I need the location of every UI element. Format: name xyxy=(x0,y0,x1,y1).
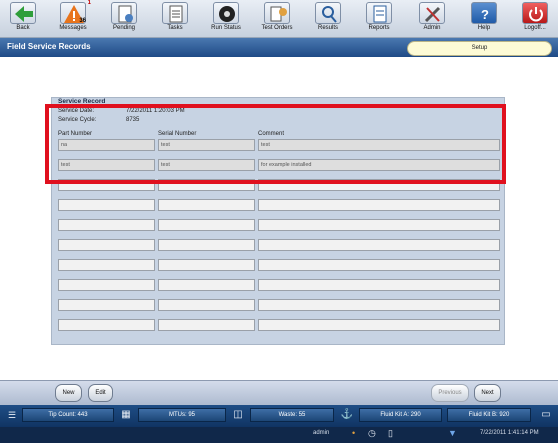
bottom-nav-bar: New Edit Previous Next xyxy=(0,380,558,405)
network-icon: ▼ xyxy=(448,428,457,438)
admin-tools-icon xyxy=(419,2,445,24)
admin-label: Admin xyxy=(423,25,441,31)
test-orders-icon xyxy=(264,2,290,24)
reports-label: Reports xyxy=(368,25,390,31)
part-number-cell[interactable] xyxy=(58,199,155,211)
tasks-icon xyxy=(162,2,188,24)
test-orders-button[interactable]: Test Orders xyxy=(256,0,298,38)
tasks-button[interactable]: Tasks xyxy=(154,0,196,38)
edit-button[interactable]: Edit xyxy=(88,384,113,402)
waste-field: Waste: 55 xyxy=(250,408,334,422)
run-status-label: Run Status xyxy=(211,25,241,31)
serial-number-cell[interactable] xyxy=(158,219,255,231)
part-number-cell[interactable] xyxy=(58,299,155,311)
new-button[interactable]: New xyxy=(55,384,82,402)
waste-bin-icon: ◫ xyxy=(233,409,243,420)
back-button[interactable]: Back xyxy=(2,0,44,38)
fluid-kit-b-field: Fluid Kit B: 920 xyxy=(447,408,531,422)
part-number-cell[interactable] xyxy=(58,279,155,291)
messages-count: 36 xyxy=(79,18,86,24)
reports-icon xyxy=(366,2,392,24)
setup-tab[interactable]: Setup xyxy=(407,41,552,56)
results-label: Results xyxy=(317,25,338,31)
comment-cell[interactable] xyxy=(258,279,500,291)
comment-cell[interactable] xyxy=(258,319,500,331)
tip-count-field: Tip Count: 443 xyxy=(22,408,114,422)
power-icon xyxy=(522,2,548,24)
page-title: Field Service Records xyxy=(7,42,91,51)
messages-label: Messages xyxy=(59,25,87,31)
serial-number-cell[interactable] xyxy=(158,299,255,311)
status-bar: ☰ Tip Count: 443 ▦ MTUs: 95 ◫ Waste: 55 … xyxy=(0,405,558,427)
help-icon: ? xyxy=(471,2,497,24)
pending-button[interactable]: Pending xyxy=(103,0,145,38)
next-button[interactable]: Next xyxy=(474,384,501,402)
logoff-label: Logoff... xyxy=(524,25,546,31)
system-datetime: 7/22/2011 1:41:14 PM xyxy=(480,430,539,436)
comment-cell[interactable] xyxy=(258,199,500,211)
run-status-icon xyxy=(213,2,239,24)
comment-cell[interactable] xyxy=(258,219,500,231)
back-arrow-icon xyxy=(10,2,36,24)
back-label: Back xyxy=(16,25,30,31)
previous-button[interactable]: Previous xyxy=(431,384,469,402)
door-icon: ▯ xyxy=(388,428,393,438)
anchor-icon: ⚓ xyxy=(340,409,354,420)
results-icon xyxy=(315,2,341,24)
serial-number-cell[interactable] xyxy=(158,319,255,331)
help-button[interactable]: ? Help xyxy=(463,0,505,38)
thermometer-icon: • xyxy=(352,428,356,438)
tip-rack-icon: ▦ xyxy=(121,409,131,420)
comment-cell[interactable] xyxy=(258,239,500,251)
help-label: Help xyxy=(477,25,491,31)
main-toolbar: Back 1 36 Messages Pending Tasks Run Sta… xyxy=(0,0,558,38)
admin-button[interactable]: Admin xyxy=(411,0,453,38)
serial-number-cell[interactable] xyxy=(158,259,255,271)
part-number-cell[interactable] xyxy=(58,219,155,231)
run-status-button[interactable]: Run Status xyxy=(205,0,247,38)
grip-icon: ☰ xyxy=(7,410,17,420)
mtus-field: MTUs: 95 xyxy=(138,408,226,422)
messages-button[interactable]: 1 36 Messages xyxy=(52,0,94,38)
system-strip: admin • ◷ ▯ ▼ 7/22/2011 1:41:14 PM xyxy=(0,427,558,443)
part-number-cell[interactable] xyxy=(58,259,155,271)
results-button[interactable]: Results xyxy=(307,0,349,38)
serial-number-cell[interactable] xyxy=(158,279,255,291)
monitor-icon: ▭ xyxy=(541,409,551,420)
serial-number-cell[interactable] xyxy=(158,239,255,251)
pending-label: Pending xyxy=(112,25,136,31)
tasks-label: Tasks xyxy=(167,25,183,31)
pending-icon xyxy=(111,2,137,24)
highlight-box xyxy=(45,104,506,184)
reports-button[interactable]: Reports xyxy=(358,0,400,38)
part-number-cell[interactable] xyxy=(58,319,155,331)
part-number-cell[interactable] xyxy=(58,239,155,251)
status-dial-icon: ◷ xyxy=(368,428,376,438)
comment-cell[interactable] xyxy=(258,259,500,271)
logoff-button[interactable]: Logoff... xyxy=(514,0,556,38)
comment-cell[interactable] xyxy=(258,299,500,311)
svg-text:?: ? xyxy=(481,7,489,22)
test-orders-label: Test Orders xyxy=(261,25,293,31)
serial-number-cell[interactable] xyxy=(158,199,255,211)
fluid-kit-a-field: Fluid Kit A: 290 xyxy=(359,408,442,422)
current-user: admin xyxy=(313,430,330,436)
messages-badge: 1 xyxy=(87,0,91,6)
